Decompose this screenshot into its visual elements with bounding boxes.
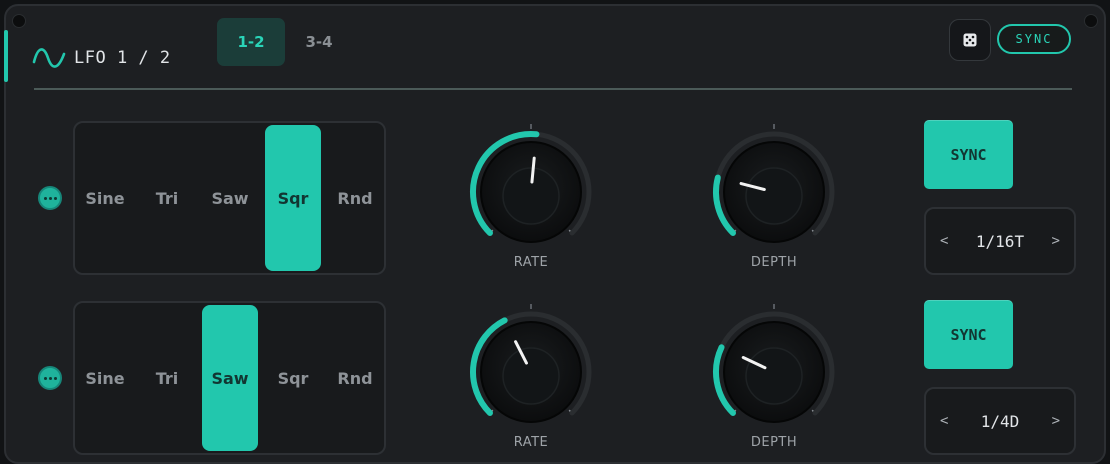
randomize-button[interactable] xyxy=(949,19,991,61)
knob-cap xyxy=(745,167,803,225)
lfo1-wave-sqr[interactable]: Sqr xyxy=(265,125,321,271)
lfo2-wave-sine[interactable]: Sine xyxy=(77,303,133,453)
lfo2-waveform-selector: Sine Tri Saw Sqr Rnd xyxy=(73,301,386,455)
lfo2-depth-knob[interactable] xyxy=(704,302,844,442)
panel-header: LFO 1 / 2 xyxy=(32,42,171,74)
lfo1-division-selector: < 1/16T > xyxy=(924,207,1076,275)
lfo1-sync-button[interactable]: SYNC xyxy=(924,120,1013,189)
lfo1-division-value: 1/16T xyxy=(975,231,1025,251)
accent-bar xyxy=(4,30,8,82)
lfo2-division-value: 1/4D xyxy=(980,411,1020,431)
lfo2-division-selector: < 1/4D > xyxy=(924,387,1076,455)
screw-top-left xyxy=(12,14,26,28)
lfo2-wave-rnd[interactable]: Rnd xyxy=(327,303,383,453)
page-title: LFO 1 / 2 xyxy=(74,48,171,68)
lfo1-rate-label: RATE xyxy=(513,255,549,270)
knob-cap xyxy=(502,347,560,405)
lfo1-rate-knob[interactable] xyxy=(461,122,601,262)
lfo2-wave-tri[interactable]: Tri xyxy=(139,303,195,453)
lfo1-depth-knob[interactable] xyxy=(704,122,844,262)
lfo1-wave-tri[interactable]: Tri xyxy=(139,123,195,273)
lfo2-division-next[interactable]: > xyxy=(1052,413,1060,429)
lfo2-rate-label: RATE xyxy=(513,435,549,450)
screw-top-right xyxy=(1084,14,1098,28)
lfo2-depth-label: DEPTH xyxy=(750,435,798,450)
lfo1-division-next[interactable]: > xyxy=(1052,233,1060,249)
lfo1-wave-rnd[interactable]: Rnd xyxy=(327,123,383,273)
lfo1-division-prev[interactable]: < xyxy=(940,233,948,249)
lfo2-division-prev[interactable]: < xyxy=(940,413,948,429)
lfo1-depth-label: DEPTH xyxy=(750,255,798,270)
header-divider xyxy=(34,88,1072,90)
sine-wave-icon xyxy=(32,48,66,68)
dice-icon xyxy=(963,33,977,47)
tab-3-4[interactable]: 3-4 xyxy=(285,18,353,66)
lfo1-waveform-selector: Sine Tri Saw Sqr Rnd xyxy=(73,121,386,275)
lfo2-sync-button[interactable]: SYNC xyxy=(924,300,1013,369)
knob-cap xyxy=(745,347,803,405)
lfo2-rate-knob[interactable] xyxy=(461,302,601,442)
tab-1-2[interactable]: 1-2 xyxy=(217,18,285,66)
lfo1-wave-sine[interactable]: Sine xyxy=(77,123,133,273)
lfo2-options-button[interactable] xyxy=(38,366,62,390)
global-sync-button[interactable]: SYNC xyxy=(997,24,1071,54)
lfo2-wave-sqr[interactable]: Sqr xyxy=(265,303,321,453)
lfo2-wave-saw[interactable]: Saw xyxy=(202,305,258,451)
lfo1-wave-saw[interactable]: Saw xyxy=(202,123,258,273)
lfo1-options-button[interactable] xyxy=(38,186,62,210)
